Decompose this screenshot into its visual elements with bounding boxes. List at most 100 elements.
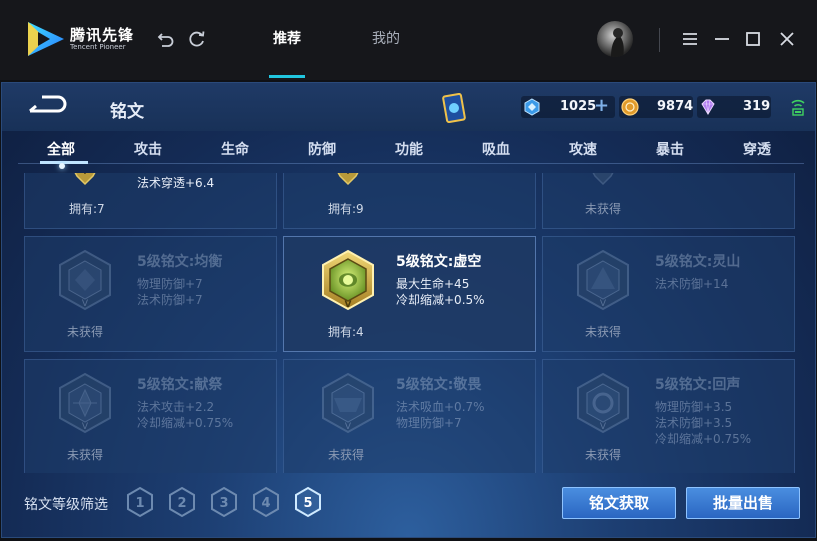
refresh-icon[interactable] [187,29,207,49]
diamond-currency: 1025 + [521,96,615,118]
signal-icon [791,99,805,116]
inscription-card[interactable]: V 5级铭文:虚空 最大生命+45 冷却缩减+0.5% 拥有:4 [283,236,536,352]
category-tabs: 全部 攻击 生命 防御 功能 吸血 攻速 暴击 穿透 [2,131,815,171]
owned-count: 拥有:4 [328,325,364,339]
inscription-card[interactable]: V 5级铭文:敬畏 法术吸血+0.7% 物理防御+7 未获得 [283,359,536,473]
not-obtained-status: 未获得 [585,448,622,462]
inscription-grid[interactable]: V 法术穿透+6.4 拥有:7 V 拥有:9 未获得 V 5级铭文:均衡 物理防… [2,173,815,473]
avatar-silhouette-icon [611,28,624,57]
game-stream-view[interactable]: 铭文 1025 + 9874 319 全部 攻击 生命 防御 功能 吸血 攻速 … [1,82,816,538]
inscription-name: 5级铭文:均衡 [137,254,223,270]
attribute-text: 法术防御+14 [655,277,729,291]
locked-inscription-icon [592,173,614,186]
gem-icon [701,99,715,115]
inscription-name: 5级铭文:敬畏 [396,377,482,393]
tab-attack-speed[interactable]: 攻速 [569,139,597,159]
logo-text: 腾讯先锋 Tencent Pioneer [70,27,134,52]
divider [659,28,660,52]
attribute-text: 冷却缩减+0.75% [655,432,752,446]
tab-crit[interactable]: 暴击 [656,139,684,159]
gold-currency: 9874 [619,96,693,118]
tab-active-indicator [269,75,305,78]
attribute-text: 法术吸血+0.7% [396,400,485,414]
attribute-text: 物理防御+3.5 [655,400,733,414]
app-titlebar: 腾讯先锋 Tencent Pioneer 推荐 我的 [0,0,817,80]
tab-attack[interactable]: 攻击 [134,139,162,159]
gold-value: 9874 [657,99,694,114]
level-filter-5[interactable]: 5 [294,486,322,518]
gold-inscription-icon: V [337,173,359,186]
inscription-card[interactable]: V 5级铭文:灵山 法术防御+14 未获得 [542,236,795,352]
svg-text:V: V [82,422,89,432]
avatar[interactable] [597,21,633,57]
svg-text:2: 2 [177,496,186,511]
svg-text:3: 3 [219,496,228,511]
inscription-card[interactable]: V 拥有:9 [283,173,536,229]
inscription-card[interactable]: V 5级铭文:回声 物理防御+3.5 法术防御+3.5 冷却缩减+0.75% 未… [542,359,795,473]
inscription-name: 5级铭文:虚空 [396,254,482,270]
inscription-card-icon[interactable] [442,93,466,123]
owned-count: 拥有:7 [69,202,105,216]
diamond-value: 1025 [560,99,597,114]
inscription-card[interactable]: V 法术穿透+6.4 拥有:7 [24,173,277,229]
level-filter-1[interactable]: 1 [126,486,154,518]
inscription-card[interactable]: 未获得 [542,173,795,229]
tab-function[interactable]: 功能 [395,139,423,159]
level-filter-3[interactable]: 3 [210,486,238,518]
svg-text:V: V [600,299,607,309]
close-icon[interactable] [777,29,797,49]
attribute-text: 法术攻击+2.2 [137,400,215,414]
level-filter-4[interactable]: 4 [252,486,280,518]
not-obtained-status: 未获得 [328,448,365,462]
attribute-text: 最大生命+45 [396,277,470,291]
tab-health[interactable]: 生命 [221,139,249,159]
add-diamond-button[interactable]: + [594,97,609,115]
page-title: 铭文 [110,102,144,122]
svg-text:5: 5 [303,496,312,511]
locked-inscription-icon: V [577,372,629,434]
tabs-divider [18,163,804,164]
attribute-text: 法术穿透+6.4 [137,176,215,190]
back-icon[interactable] [156,29,176,49]
inscription-header: 铭文 1025 + 9874 319 [2,83,815,131]
not-obtained-status: 未获得 [67,448,104,462]
inscription-acquire-button[interactable]: 铭文获取 [562,487,676,519]
not-obtained-status: 未获得 [585,202,622,216]
svg-text:V: V [345,422,352,432]
svg-text:V: V [345,300,352,310]
tab-defense[interactable]: 防御 [308,139,336,159]
menu-icon[interactable] [680,29,700,49]
svg-text:V: V [600,422,607,432]
attribute-text: 法术防御+7 [137,293,203,307]
tab-lifesteal[interactable]: 吸血 [482,139,510,159]
attribute-text: 冷却缩减+0.75% [137,416,234,430]
gold-coin-icon [621,98,639,116]
attribute-text: 法术防御+3.5 [655,416,733,430]
svg-text:V: V [82,173,89,177]
locked-inscription-icon: V [59,249,111,311]
svg-text:V: V [345,173,352,177]
bulk-sell-button[interactable]: 批量出售 [686,487,800,519]
not-obtained-status: 未获得 [585,325,622,339]
back-arrow-icon[interactable] [28,95,72,115]
locked-inscription-icon: V [322,372,374,434]
attribute-text: 物理防御+7 [396,416,462,430]
locked-inscription-icon: V [577,249,629,311]
logo-title: 腾讯先锋 [70,26,135,44]
logo-subtitle: Tencent Pioneer [70,43,126,51]
level-filter-2[interactable]: 2 [168,486,196,518]
maximize-icon[interactable] [743,29,763,49]
tab-penetration[interactable]: 穿透 [743,139,771,159]
attribute-text: 物理防御+7 [137,277,203,291]
inscription-card[interactable]: V 5级铭文:献祭 法术攻击+2.2 冷却缩减+0.75% 未获得 [24,359,277,473]
tab-mine[interactable]: 我的 [372,30,400,48]
tab-active-dot [59,163,65,169]
locked-inscription-icon: V [59,372,111,434]
void-inscription-icon: V [322,249,374,311]
minimize-icon[interactable] [712,29,732,49]
tab-all[interactable]: 全部 [47,139,75,159]
inscription-name: 5级铭文:灵山 [655,254,741,270]
inscription-card[interactable]: V 5级铭文:均衡 物理防御+7 法术防御+7 未获得 [24,236,277,352]
tab-recommend[interactable]: 推荐 [273,30,301,48]
svg-text:V: V [82,299,89,309]
